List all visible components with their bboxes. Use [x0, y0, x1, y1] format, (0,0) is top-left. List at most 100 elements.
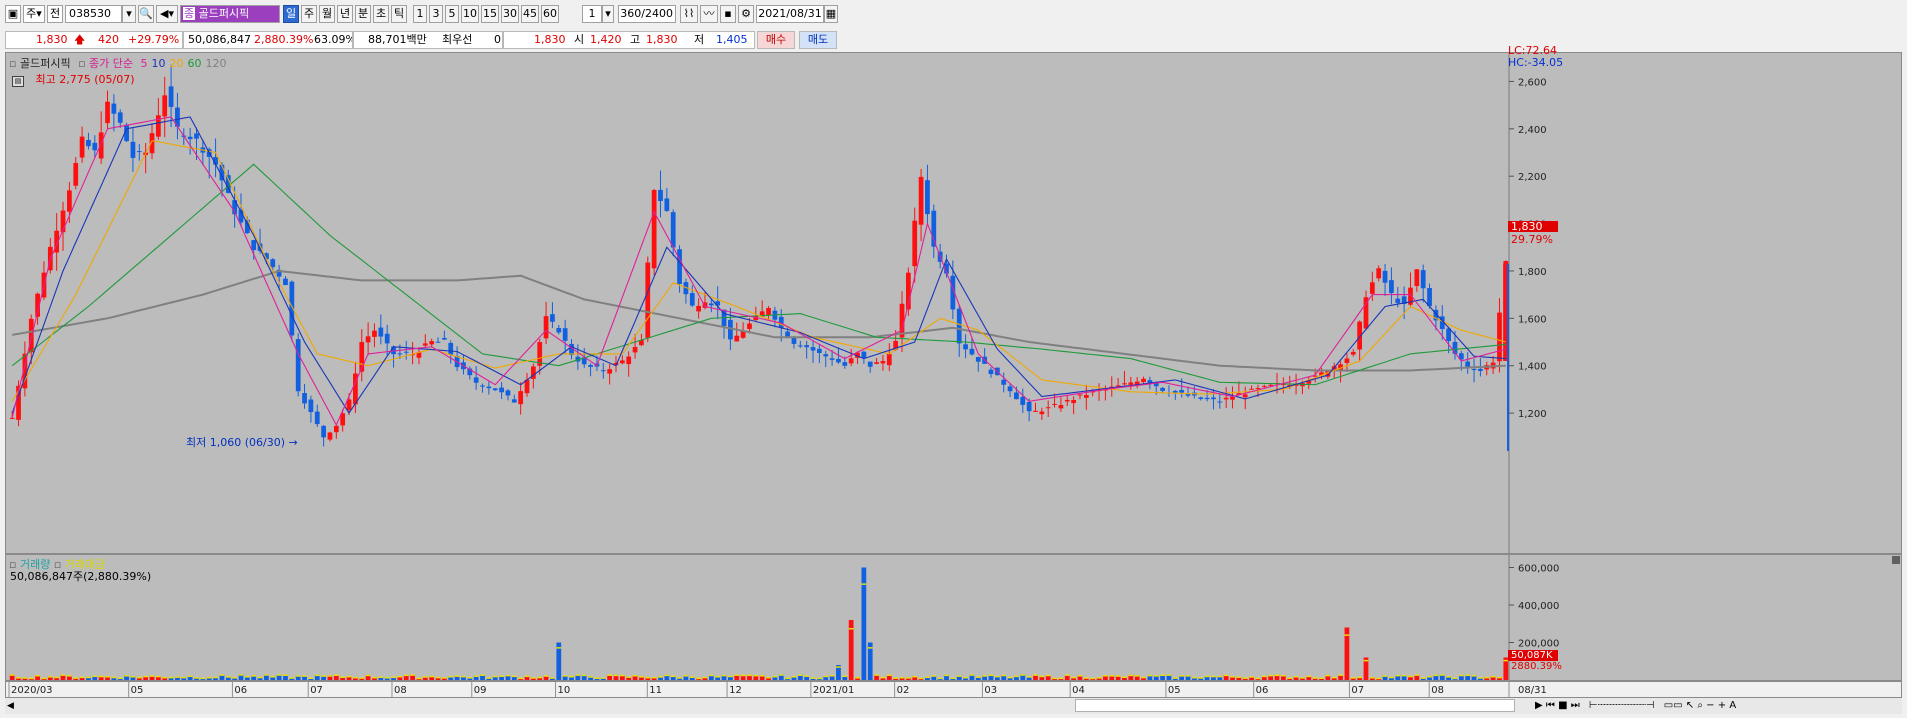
calendar-icon[interactable]: ▦: [824, 5, 838, 23]
interval-input[interactable]: 1: [582, 5, 602, 23]
amount-mark: [149, 675, 155, 677]
price-tick-label: 1,400: [1518, 362, 1547, 373]
candle-body: [397, 353, 403, 355]
magnify-icon[interactable]: ⌕: [1697, 700, 1703, 711]
scroll-thumb[interactable]: [1075, 699, 1515, 712]
volume-chart-canvas: 200,000 400,000 600,000: [9, 555, 1559, 680]
forward-icon[interactable]: ⏭: [1571, 700, 1580, 711]
chart-type-icon[interactable]: ▣: [5, 5, 21, 23]
candle-body: [734, 335, 740, 342]
interval-button-6[interactable]: 45: [521, 5, 539, 23]
period-button-0[interactable]: 일: [283, 5, 299, 23]
candle-body: [550, 314, 555, 322]
amount-mark: [175, 676, 180, 678]
amount-mark: [1223, 674, 1229, 677]
scroll-left-icon[interactable]: ◀: [7, 700, 17, 712]
amount-mark: [1414, 674, 1420, 676]
amount-mark: [740, 674, 746, 677]
stock-badge-icon: 종: [183, 7, 196, 20]
amount-mark: [759, 675, 765, 677]
candle-body: [817, 348, 822, 353]
volume-value: 50,086,847: [188, 33, 251, 46]
period-button-1[interactable]: 주: [301, 5, 317, 23]
amount-mark: [257, 676, 263, 679]
period-button-3[interactable]: 년: [337, 5, 353, 23]
volume-badge-pct: 2880.39%: [1511, 661, 1562, 672]
interval-button-1[interactable]: 3: [429, 5, 443, 23]
amount-mark: [340, 676, 346, 678]
settings-icon[interactable]: ⚙: [738, 5, 754, 23]
amount-mark: [658, 676, 663, 678]
candle-body: [1014, 392, 1019, 400]
open-label: 시: [574, 33, 585, 46]
period-button-2[interactable]: 월: [319, 5, 335, 23]
count-input[interactable]: 360/2400: [618, 5, 676, 23]
candle-body: [1077, 394, 1083, 396]
period-button-5[interactable]: 초: [373, 5, 389, 23]
amount-mark: [581, 674, 587, 677]
candle-body: [499, 387, 504, 393]
volume-chart[interactable]: 200,000 400,000 600,000 ▫ 거래량 ▫ 거래대금 50,08…: [5, 554, 1902, 681]
amount-mark: [225, 676, 231, 678]
code-dropdown-icon[interactable]: ▾: [122, 5, 136, 23]
buy-button[interactable]: 매수: [757, 31, 795, 49]
interval-button-0[interactable]: 1: [413, 5, 427, 23]
amount-mark: [1115, 675, 1121, 677]
save-icon[interactable]: ▪: [720, 5, 736, 23]
candle-body: [1128, 382, 1134, 385]
all-button[interactable]: 전: [47, 5, 63, 23]
price-tick-label: 2,400: [1518, 125, 1547, 136]
amount-mark: [817, 677, 822, 680]
sell-button[interactable]: 매도: [799, 31, 837, 49]
code-input[interactable]: 038530: [65, 5, 122, 23]
amount-mark: [264, 674, 269, 676]
interval-button-7[interactable]: 60: [541, 5, 559, 23]
minus-icon[interactable]: −: [1706, 700, 1714, 711]
layout-icon[interactable]: ▭▭: [1664, 700, 1683, 711]
candle-body: [321, 425, 326, 438]
amount-mark: [1249, 676, 1254, 678]
amount-mark: [791, 676, 797, 678]
chart-icon[interactable]: ▤: [12, 76, 24, 87]
amount-mark: [378, 676, 384, 678]
amount-mark: [73, 677, 79, 679]
text-icon[interactable]: A: [1729, 700, 1736, 711]
stop-icon[interactable]: ■: [1558, 700, 1567, 711]
interval-button-4[interactable]: 15: [481, 5, 499, 23]
search-icon[interactable]: 🔍: [138, 5, 154, 23]
price-chart[interactable]: 1,2001,4001,6001,8002,0002,2002,4002,600…: [5, 45, 1902, 554]
candle-body: [689, 293, 695, 306]
sound-icon[interactable]: ◀▾: [156, 5, 178, 23]
period-selector[interactable]: 주▾: [23, 5, 45, 23]
scroll-bar[interactable]: ◀ ▶ ⏮ ■ ⏭ ⊢┈┈┈┈┈┈┈┈⊣ ▭▭ ↖ ⌕ − + A: [5, 698, 1902, 714]
interval-button-5[interactable]: 30: [501, 5, 519, 23]
period-button-6[interactable]: 틱: [391, 5, 407, 23]
amount-mark: [473, 675, 479, 677]
plus-icon[interactable]: +: [1718, 700, 1726, 711]
amount-mark: [136, 676, 142, 679]
amount-mark: [1179, 675, 1185, 677]
period-button-4[interactable]: 분: [355, 5, 371, 23]
amount-mark: [384, 677, 390, 679]
amount-mark: [168, 676, 174, 679]
date-input[interactable]: 2021/08/31: [756, 5, 824, 23]
collapse-icon[interactable]: [1892, 556, 1900, 564]
amount-mark: [1484, 676, 1490, 679]
amount-mark: [810, 677, 816, 679]
amount-mark: [435, 676, 441, 679]
play-icon[interactable]: ▶: [1535, 700, 1543, 711]
x-tick-label: 07: [310, 685, 323, 696]
x-axis: 2020/03 05 06 07 08 09 10 11 12 2021/01 02 03 04 05 06…: [5, 681, 1902, 698]
interval-button-2[interactable]: 5: [445, 5, 459, 23]
zoom-slider[interactable]: ⊢┈┈┈┈┈┈┈┈⊣: [1589, 700, 1655, 711]
interval-dropdown-icon[interactable]: ▾: [602, 5, 614, 23]
line-chart-icon[interactable]: 〰: [700, 5, 718, 23]
cursor-icon[interactable]: ↖: [1686, 700, 1694, 711]
interval-button-3[interactable]: 10: [461, 5, 479, 23]
candle-body: [480, 385, 485, 387]
amount-mark: [1268, 674, 1274, 677]
candle-body: [1115, 385, 1121, 387]
stock-name-box[interactable]: 종 골드퍼시픽: [180, 5, 280, 23]
rewind-icon[interactable]: ⏮: [1546, 700, 1555, 711]
candle-icon[interactable]: ⌇⌇: [680, 5, 698, 23]
